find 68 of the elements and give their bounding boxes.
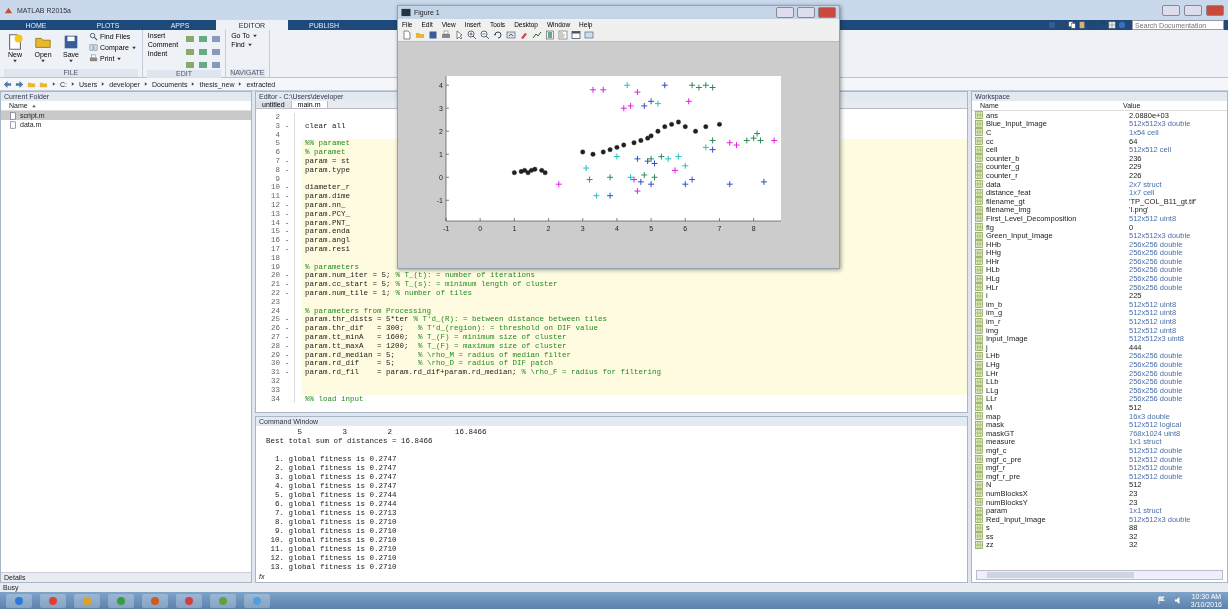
compare-icon <box>89 43 98 52</box>
minimize-button[interactable] <box>1162 4 1180 16</box>
maximize-button[interactable] <box>1184 4 1202 16</box>
browser-icon[interactable] <box>74 593 100 608</box>
scatter-point <box>703 124 709 130</box>
cursor-icon[interactable] <box>454 30 464 40</box>
minimize-button[interactable] <box>776 7 794 18</box>
zoom-in-icon[interactable] <box>467 30 477 40</box>
app-icon[interactable] <box>176 593 202 608</box>
grid-icon[interactable] <box>1108 21 1116 29</box>
scatter-point <box>606 173 614 181</box>
scatter-point <box>582 164 590 172</box>
scatter-point <box>555 180 563 188</box>
printer-icon <box>89 54 98 63</box>
scatter-point <box>599 86 607 94</box>
chevron-icon <box>70 81 76 87</box>
sort-arrow-icon <box>30 102 37 109</box>
scatter-point <box>633 88 641 96</box>
maximize-button[interactable] <box>797 7 815 18</box>
chevron-icon <box>237 81 244 87</box>
close-button[interactable] <box>1206 4 1224 16</box>
link-icon[interactable] <box>532 30 542 40</box>
horizontal-scrollbar[interactable] <box>976 570 1223 580</box>
scatter-point <box>633 155 641 163</box>
scatter-point <box>590 151 596 157</box>
app-icon[interactable] <box>244 593 270 608</box>
chevron-icon <box>190 81 197 87</box>
chevron-icon <box>51 81 57 87</box>
scatter-point <box>693 128 698 134</box>
scatter-point <box>685 97 693 105</box>
folder-icon[interactable] <box>142 593 168 608</box>
paste-icon[interactable] <box>1078 21 1086 29</box>
scatter-point <box>586 176 594 184</box>
chevron-icon <box>100 81 107 87</box>
copy-icon[interactable] <box>1068 21 1076 29</box>
scatter-point <box>770 136 778 144</box>
scatter-point <box>580 149 586 155</box>
chevron-icon <box>143 81 150 87</box>
app-logo-icon <box>4 5 13 15</box>
scatter-point <box>592 192 600 200</box>
scatter-point <box>606 192 614 200</box>
magnifier-icon <box>89 32 98 41</box>
data-cursor-icon[interactable] <box>506 30 516 40</box>
scatter-point <box>760 178 768 186</box>
window-icon[interactable] <box>571 30 581 40</box>
figure-logo-icon <box>401 8 411 17</box>
rotate-icon[interactable] <box>493 30 503 40</box>
scatter-point <box>623 81 631 89</box>
start-orb-icon[interactable] <box>6 593 32 608</box>
scatter-point <box>661 81 669 89</box>
scatter-point <box>671 166 679 174</box>
back-arrow-icon[interactable] <box>3 79 12 89</box>
forward-arrow-icon[interactable] <box>15 79 24 89</box>
caret-icon <box>68 58 74 64</box>
tray-flag-icon[interactable] <box>1156 596 1166 605</box>
caret-icon <box>12 58 18 64</box>
zoom-out-icon[interactable] <box>480 30 490 40</box>
colorbar-icon[interactable] <box>545 30 555 40</box>
app-icon[interactable] <box>210 593 236 608</box>
scatter-point <box>726 180 734 188</box>
caret-icon <box>40 58 46 64</box>
close-button[interactable] <box>818 7 836 18</box>
media-icon[interactable] <box>108 593 134 608</box>
scatter-point <box>717 121 722 127</box>
printer-icon[interactable] <box>441 30 451 40</box>
save-icon[interactable] <box>428 30 438 40</box>
scatter-point <box>589 86 597 94</box>
browser-icon[interactable] <box>40 593 66 608</box>
